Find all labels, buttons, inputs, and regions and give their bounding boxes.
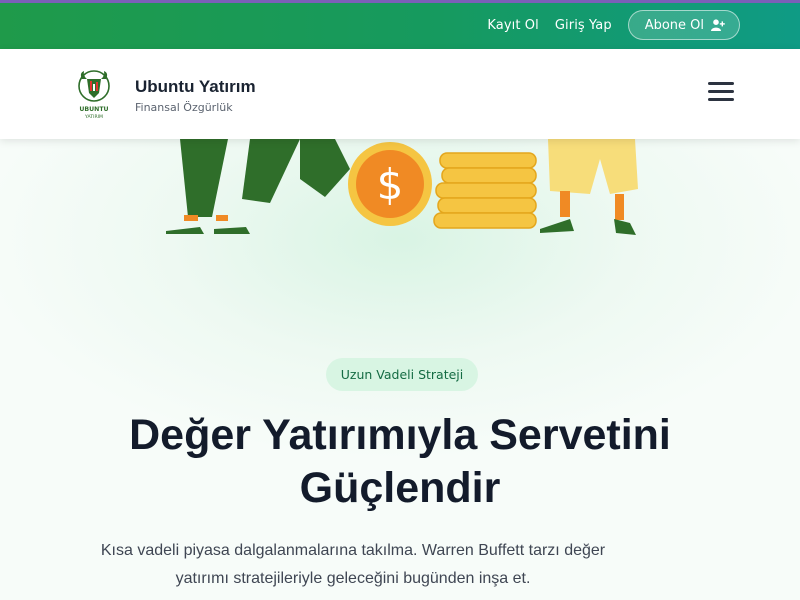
hamburger-menu-icon[interactable] <box>708 82 734 104</box>
logo-text-top: UBUNTU <box>79 106 108 113</box>
user-plus-icon <box>711 19 725 31</box>
site-header: UBUNTU YATIRIM Ubuntu Yatırım Finansal Ö… <box>0 49 800 139</box>
headline-line-2: Güçlendir <box>299 464 501 512</box>
strategy-badge: Uzun Vadeli Strateji <box>326 358 478 391</box>
brand-logo[interactable]: UBUNTU YATIRIM <box>72 67 116 121</box>
top-links: Kayıt Ol Giriş Yap Abone Ol <box>487 10 740 40</box>
description-line-1: Kısa vadeli piyasa dalgalanmalarına takı… <box>100 542 606 559</box>
hero-headline: Değer Yatırımıyla Servetini Güçlendir <box>0 409 800 515</box>
hero-section: $ Uzun Vadeli Strateji Değer Yatırımıyla… <box>0 139 800 600</box>
top-bar: Kayıt Ol Giriş Yap Abone Ol <box>0 0 800 49</box>
hero-illustration: $ <box>166 139 638 235</box>
coin-symbol: $ <box>377 160 404 209</box>
hero-description: Kısa vadeli piyasa dalgalanmalarına takı… <box>48 537 658 593</box>
description-line-2: yatırımı stratejileriyle geleceğini bugü… <box>175 570 531 587</box>
register-link[interactable]: Kayıt Ol <box>487 18 538 33</box>
headline-line-1: Değer Yatırımıyla Servetini <box>129 411 671 459</box>
login-link[interactable]: Giriş Yap <box>555 18 612 33</box>
brand-title[interactable]: Ubuntu Yatırım <box>135 77 256 97</box>
brand-subtitle: Finansal Özgürlük <box>135 101 233 114</box>
subscribe-label: Abone Ol <box>644 17 704 33</box>
subscribe-button[interactable]: Abone Ol <box>627 10 740 40</box>
logo-text-bottom: YATIRIM <box>84 114 103 120</box>
